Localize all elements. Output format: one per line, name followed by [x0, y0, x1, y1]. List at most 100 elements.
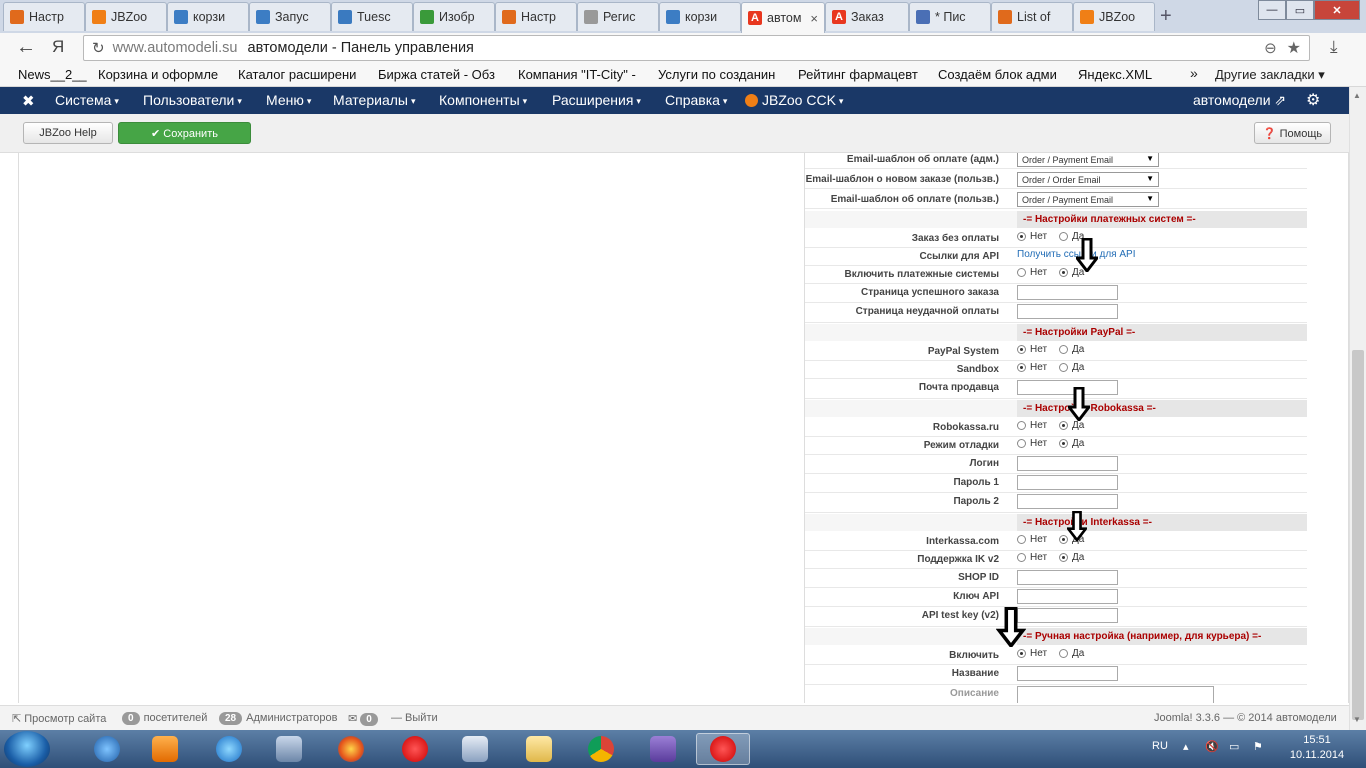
other-bookmarks[interactable]: Другие закладки ▾: [1215, 67, 1325, 83]
bookmark-item[interactable]: News__2__: [18, 67, 88, 82]
taskbar-media-player[interactable]: [138, 733, 192, 765]
manual-name-input[interactable]: [1017, 666, 1118, 681]
page-scrollbar[interactable]: ▲ ▼: [1349, 87, 1366, 730]
save-button[interactable]: ✔ Сохранить: [118, 122, 251, 144]
close-window-button[interactable]: ✕: [1314, 0, 1360, 20]
scroll-up-icon[interactable]: ▲: [1353, 91, 1361, 100]
jbzoo-help-button[interactable]: JBZoo Help: [23, 122, 113, 144]
site-link[interactable]: автомодели ⇗: [1193, 92, 1286, 109]
browser-tab[interactable]: Регис: [577, 2, 659, 31]
browser-tab[interactable]: корзи: [167, 2, 249, 31]
radio-no[interactable]: [1017, 553, 1026, 562]
radio-no[interactable]: [1017, 345, 1026, 354]
scroll-down-icon[interactable]: ▼: [1353, 715, 1361, 724]
menu-menus[interactable]: Меню ▾: [266, 92, 311, 108]
settings-gear-icon[interactable]: ⚙: [1306, 90, 1320, 110]
bookmark-star-icon[interactable]: ★: [1287, 38, 1301, 58]
bookmark-item[interactable]: Яндекс.XML: [1078, 67, 1178, 82]
radio-yes[interactable]: [1059, 439, 1069, 448]
language-indicator[interactable]: RU: [1152, 740, 1168, 752]
radio-no[interactable]: [1017, 535, 1026, 544]
browser-tab[interactable]: A Заказ: [825, 2, 909, 31]
menu-content[interactable]: Материалы ▾: [333, 92, 416, 108]
yandex-logo-icon[interactable]: Я: [52, 37, 64, 57]
taskbar-yandex-browser[interactable]: [388, 733, 442, 765]
taskbar-sound[interactable]: [262, 733, 316, 765]
system-clock[interactable]: 15:51 10.11.2014: [1284, 733, 1350, 763]
api-test-key-input[interactable]: [1017, 608, 1118, 623]
logout-link[interactable]: — Выйти: [391, 712, 438, 724]
new-tab-button[interactable]: +: [1160, 5, 1172, 28]
action-center-flag-icon[interactable]: ⚑: [1253, 740, 1263, 753]
browser-tab[interactable]: * Пис: [909, 2, 991, 31]
browser-tab[interactable]: Изобр: [413, 2, 495, 31]
radio-yes[interactable]: [1059, 268, 1069, 277]
menu-jbzoo[interactable]: JBZoo CCK ▾: [745, 92, 843, 108]
menu-users[interactable]: Пользователи ▾: [143, 92, 242, 108]
tray-expand-icon[interactable]: ▴: [1183, 740, 1189, 753]
fail-page-input[interactable]: [1017, 304, 1118, 319]
minimize-button[interactable]: —: [1258, 0, 1286, 20]
browser-tab[interactable]: JBZoo: [85, 2, 167, 31]
bookmark-item[interactable]: Каталог расширени: [238, 67, 366, 82]
bookmark-item[interactable]: Корзина и оформле: [98, 67, 226, 82]
taskbar-yandex-active[interactable]: [696, 733, 750, 765]
menu-help[interactable]: Справка ▾: [665, 92, 727, 108]
radio-yes[interactable]: [1059, 232, 1069, 241]
success-page-input[interactable]: [1017, 285, 1118, 300]
email-template-select[interactable]: Order / Order Email: [1017, 172, 1159, 187]
email-template-select[interactable]: Order / Payment Email: [1017, 192, 1159, 207]
radio-yes[interactable]: [1059, 363, 1069, 372]
radio-no[interactable]: [1017, 649, 1026, 658]
radio-no[interactable]: [1017, 363, 1026, 372]
bookmark-item[interactable]: Биржа статей - Обз: [378, 67, 506, 82]
radio-no[interactable]: [1017, 421, 1026, 430]
browser-tab[interactable]: Запус: [249, 2, 331, 31]
bookmark-item[interactable]: Услуги по созданин: [658, 67, 786, 82]
menu-components[interactable]: Компоненты ▾: [439, 92, 527, 108]
taskbar-chrome[interactable]: [574, 733, 628, 765]
scrollbar-thumb[interactable]: [1352, 350, 1364, 720]
browser-tab[interactable]: Настр: [495, 2, 577, 31]
start-button[interactable]: [4, 731, 50, 767]
email-template-select[interactable]: Order / Payment Email: [1017, 153, 1159, 167]
reload-icon[interactable]: ↻: [92, 39, 105, 57]
url-field[interactable]: ↻ www.automodeli.su автомодели - Панель …: [83, 35, 1310, 61]
close-tab-icon[interactable]: ×: [810, 11, 818, 26]
manual-description-textarea[interactable]: [1017, 686, 1214, 703]
browser-tab[interactable]: Aавтом ×: [741, 2, 825, 33]
radio-no[interactable]: [1017, 232, 1026, 241]
radio-yes[interactable]: [1059, 345, 1069, 354]
view-site-link[interactable]: ⇱ Просмотр сайта: [12, 712, 106, 725]
help-button[interactable]: ❓ Помощь: [1254, 122, 1331, 144]
radio-yes[interactable]: [1059, 421, 1069, 430]
radio-no[interactable]: [1017, 439, 1026, 448]
taskbar-explorer[interactable]: [512, 733, 566, 765]
network-icon[interactable]: ▭: [1229, 740, 1239, 753]
robokassa-login-input[interactable]: [1017, 456, 1118, 471]
browser-tab[interactable]: Tuesc: [331, 2, 413, 31]
bookmark-item[interactable]: Создаём блок адми: [938, 67, 1066, 82]
maximize-button[interactable]: ▭: [1286, 0, 1314, 20]
taskbar-calculator[interactable]: [448, 733, 502, 765]
robokassa-password1-input[interactable]: [1017, 475, 1118, 490]
radio-no[interactable]: [1017, 268, 1026, 277]
api-key-input[interactable]: [1017, 589, 1118, 604]
menu-system[interactable]: Система ▾: [55, 92, 119, 108]
radio-yes[interactable]: [1059, 553, 1069, 562]
browser-tab[interactable]: JBZoo: [1073, 2, 1155, 31]
joomla-logo-icon[interactable]: ✖: [22, 92, 35, 110]
browser-tab[interactable]: Настр: [3, 2, 85, 31]
radio-yes[interactable]: [1059, 649, 1069, 658]
messages-status[interactable]: ✉ 0: [348, 712, 382, 726]
bookmarks-more-icon[interactable]: »: [1190, 65, 1198, 81]
volume-muted-icon[interactable]: 🔇: [1205, 740, 1219, 753]
browser-tab[interactable]: List of: [991, 2, 1073, 31]
taskbar-visual-studio[interactable]: [636, 733, 690, 765]
zoom-icon[interactable]: ⊖: [1264, 39, 1277, 57]
bookmark-item[interactable]: Рейтинг фармацевт: [798, 67, 926, 82]
taskbar-internet-explorer[interactable]: [202, 733, 256, 765]
taskbar-firefox[interactable]: [324, 733, 378, 765]
robokassa-password2-input[interactable]: [1017, 494, 1118, 509]
back-icon[interactable]: ←: [16, 36, 36, 59]
